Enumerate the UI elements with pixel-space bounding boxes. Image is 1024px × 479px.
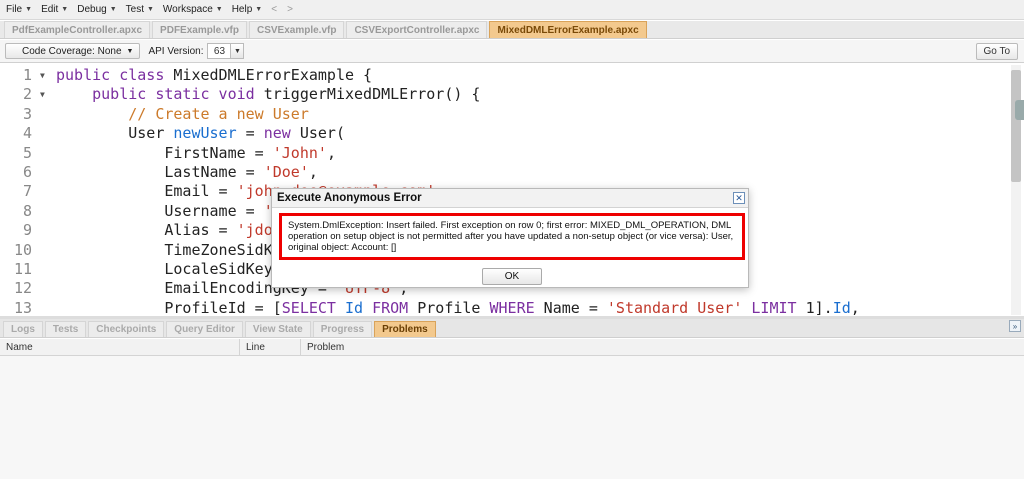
tab-pdfexample[interactable]: PDFExample.vfp [152, 21, 247, 38]
code-text: LastName = 'Doe', [56, 163, 318, 181]
chevron-down-icon[interactable]: ▼ [231, 43, 245, 59]
error-message: System.DmlException: Insert failed. Firs… [279, 213, 745, 260]
code-line[interactable]: 6 LastName = 'Doe', [0, 163, 1010, 182]
code-line[interactable]: 13 ProfileId = [SELECT Id FROM Profile W… [0, 299, 1010, 316]
problems-grid-body [0, 356, 1024, 479]
line-number: 5 [22, 143, 32, 162]
tab-checkpoints[interactable]: Checkpoints [88, 321, 165, 337]
code-text: public static void triggerMixedDMLError(… [92, 85, 481, 104]
close-icon[interactable]: ✕ [733, 192, 745, 204]
code-line[interactable]: 3 // Create a new User [0, 105, 1010, 124]
menu-bar: File ▼ Edit ▼ Debug ▼ Test ▼ Workspace ▼ Help… [0, 0, 1024, 20]
code-coverage-dropdown[interactable]: Code Coverage: None ▼ [5, 43, 141, 59]
code-line[interactable]: 2 ▼ public static void triggerMixedDMLErr… [0, 85, 1010, 104]
tab-label: Logs [11, 324, 35, 335]
tab-label: Query Editor [174, 324, 235, 335]
tab-label: Checkpoints [96, 324, 157, 335]
menu-workspace-label: Workspace [162, 4, 213, 15]
column-header-name[interactable]: Name [0, 339, 240, 356]
code-coverage-label: Code Coverage: None [22, 45, 122, 57]
line-number: 11 [13, 260, 32, 278]
line-number: 12 [13, 279, 32, 298]
line-number: 6 [22, 163, 32, 181]
tab-progress[interactable]: Progress [312, 321, 373, 337]
fold-toggle-icon[interactable]: ▼ [40, 66, 45, 85]
chevron-down-icon: ▼ [146, 6, 154, 13]
line-number: 9 [22, 221, 32, 240]
menu-test-label: Test [125, 4, 144, 15]
tab-query-editor[interactable]: Query Editor [166, 321, 243, 337]
code-text: Alias = 'jdoe', [56, 221, 299, 240]
tab-pdfexamplecontroller[interactable]: PdfExampleController.apxc [4, 21, 151, 38]
menu-edit[interactable]: Edit ▼ [41, 4, 68, 15]
code-text: // Create a new User [128, 104, 309, 123]
problems-grid-header: Name Line Problem [0, 339, 1024, 356]
ok-button[interactable]: OK [482, 268, 542, 285]
api-version-label: API Version: [148, 45, 204, 57]
tab-problems[interactable]: Problems [374, 321, 436, 337]
tab-logs[interactable]: Logs [3, 321, 43, 337]
chevron-down-icon: ▼ [25, 6, 33, 13]
forward-arrow-icon[interactable]: > [287, 4, 293, 15]
tab-label: CSVExample.vfp [256, 24, 337, 36]
editor-toolbar: Code Coverage: None ▼ API Version: 63 ▼ G… [0, 40, 1024, 63]
tab-label: Tests [52, 324, 79, 335]
code-text: ProfileId = [SELECT Id FROM Profile WHER… [56, 298, 860, 316]
code-text: FirstName = 'John', [56, 143, 336, 162]
tab-label: CSVExportController.apxc [354, 24, 480, 36]
chevron-down-icon: ▼ [109, 6, 117, 13]
menu-debug-label: Debug [77, 4, 107, 15]
tab-label: PdfExampleController.apxc [12, 24, 143, 36]
collapse-panel-icon[interactable]: » [1009, 320, 1021, 332]
tab-csvexportcontroller[interactable]: CSVExportController.apxc [346, 21, 488, 38]
chevron-down-icon: ▼ [255, 6, 263, 13]
menu-workspace[interactable]: Workspace ▼ [163, 4, 223, 15]
go-to-button[interactable]: Go To [975, 43, 1018, 60]
menu-file[interactable]: File ▼ [6, 4, 32, 15]
chevron-down-icon: ▼ [215, 6, 223, 13]
tab-label: Problems [382, 324, 428, 335]
line-number: 7 [22, 182, 32, 201]
tab-mixeddmlerrorexample[interactable]: MixedDMLErrorExample.apxc [489, 21, 647, 38]
menu-help[interactable]: Help ▼ [232, 4, 263, 15]
menu-help-label: Help [231, 4, 253, 15]
tab-label: PDFExample.vfp [160, 24, 239, 36]
menu-file-label: File [6, 4, 23, 15]
tab-label: Progress [320, 324, 365, 335]
api-version-value[interactable]: 63 [207, 43, 232, 59]
tab-csvexample[interactable]: CSVExample.vfp [248, 21, 345, 38]
column-header-line[interactable]: Line [240, 339, 301, 356]
fold-toggle-icon[interactable]: ▼ [40, 85, 45, 104]
line-number: 3 [22, 104, 32, 123]
menu-edit-label: Edit [41, 4, 59, 15]
tab-tests[interactable]: Tests [44, 321, 87, 337]
line-number: 8 [22, 201, 32, 220]
column-header-problem[interactable]: Problem [301, 339, 1024, 356]
tab-label: MixedDMLErrorExample.apxc [497, 24, 639, 36]
line-number: 4 [22, 124, 32, 143]
back-arrow-icon[interactable]: < [271, 4, 277, 15]
menu-test[interactable]: Test ▼ [126, 4, 154, 15]
code-line[interactable]: 1 ▼ public class MixedDMLErrorExample { [0, 66, 1010, 85]
code-line[interactable]: 5 FirstName = 'John', [0, 144, 1010, 163]
chevron-down-icon: ▼ [126, 47, 134, 55]
bottom-panel-tabs: Logs Tests Checkpoints Query Editor View… [0, 319, 1024, 338]
code-text: public class MixedDMLErrorExample { [56, 66, 373, 84]
dialog-title: Execute Anonymous Error [272, 189, 748, 208]
line-number: 1 [22, 66, 32, 84]
line-number: 13 [13, 298, 32, 316]
tab-label: View State [252, 324, 303, 335]
file-tab-bar: PdfExampleController.apxc PDFExample.vfp… [0, 21, 1024, 39]
line-number: 2 [22, 85, 32, 104]
chevron-down-icon: ▼ [61, 6, 69, 13]
execute-anonymous-error-dialog: Execute Anonymous Error ✕ System.DmlExce… [271, 188, 749, 288]
tab-view-state[interactable]: View State [244, 321, 311, 337]
side-panel-handle-icon[interactable] [1015, 100, 1024, 120]
editor-scrollbar-thumb[interactable] [1011, 70, 1021, 182]
line-number: 10 [13, 240, 32, 259]
menu-debug[interactable]: Debug ▼ [77, 4, 116, 15]
code-line[interactable]: 4 User newUser = new User( [0, 124, 1010, 143]
code-text: User newUser = new User( [56, 124, 345, 143]
